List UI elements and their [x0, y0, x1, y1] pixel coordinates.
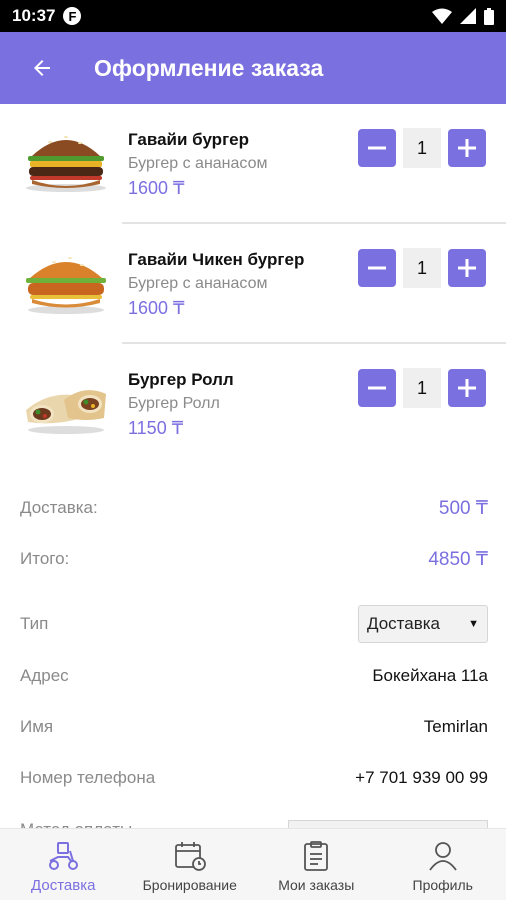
- item-name: Бургер Ролл: [128, 370, 234, 389]
- decrease-quantity-button[interactable]: [358, 249, 396, 287]
- increase-quantity-button[interactable]: [448, 369, 486, 407]
- minus-icon: [368, 386, 386, 390]
- address-label: Адрес: [20, 666, 69, 685]
- arrow-left-icon: [34, 60, 50, 76]
- name-label: Имя: [20, 717, 54, 736]
- total-value: 4850 ₸: [428, 548, 488, 570]
- nav-item-delivery[interactable]: Доставка: [0, 829, 127, 900]
- plus-icon: [458, 259, 476, 277]
- app-notification-icon: F: [63, 7, 82, 25]
- wrap-image: [26, 390, 106, 434]
- battery-icon: [484, 7, 494, 25]
- name-field[interactable]: Temirlan: [424, 717, 488, 737]
- delivery-cost-row: Доставка: 500 ₸: [20, 493, 488, 523]
- phone-row: Номер телефона +7 701 939 00 99: [20, 760, 488, 796]
- item-description: Бургер с ананасом: [128, 275, 268, 292]
- signal-icon: [460, 8, 476, 24]
- burger-image: [26, 136, 106, 192]
- address-field[interactable]: Бокейхана 11а: [372, 666, 488, 686]
- delivery-value: 500 ₸: [438, 497, 488, 519]
- nav-item-profile[interactable]: Профиль: [380, 829, 506, 900]
- page-title: Оформление заказа: [94, 54, 324, 81]
- item-name: Гавайи Чикен бургер: [128, 250, 305, 269]
- back-button[interactable]: [24, 50, 60, 86]
- minus-icon: [368, 266, 386, 270]
- delivery-label: Доставка:: [20, 498, 98, 517]
- item-price: 1600 ₸: [128, 298, 185, 318]
- minus-icon: [368, 146, 386, 150]
- cart-item: Гавайи бургер Бургер с ананасом 1600 ₸ 1: [0, 104, 506, 224]
- increase-quantity-button[interactable]: [448, 249, 486, 287]
- chicken-burger-image: [26, 257, 106, 314]
- status-time: 10:37: [12, 6, 56, 25]
- cart-item: Бургер Ролл Бургер Ролл 1150 ₸ 1: [0, 344, 506, 464]
- total-label: Итого:: [20, 549, 70, 568]
- item-price: 1600 ₸: [128, 178, 185, 198]
- nav-label: Доставка: [31, 877, 96, 894]
- user-icon: [426, 839, 460, 873]
- item-description: Бургер с ананасом: [128, 155, 268, 172]
- name-row: Имя Temirlan: [20, 709, 488, 745]
- wifi-icon: [432, 8, 452, 24]
- app-bar: Оформление заказа: [0, 32, 506, 104]
- item-name: Гавайи бургер: [128, 130, 249, 149]
- bottom-navigation: Доставка Бронирование Мои заказы Профиль: [0, 828, 506, 900]
- nav-item-my-orders[interactable]: Мои заказы: [253, 829, 380, 900]
- nav-label: Мои заказы: [278, 877, 355, 893]
- order-type-select[interactable]: Доставка ▼: [358, 605, 488, 643]
- calendar-clock-icon: [173, 839, 207, 873]
- order-type-value: Доставка: [367, 614, 441, 633]
- clipboard-list-icon: [299, 839, 333, 873]
- status-icons: [432, 7, 494, 25]
- status-bar: 10:37 F: [0, 0, 506, 32]
- phone-label: Номер телефона: [20, 768, 156, 787]
- increase-quantity-button[interactable]: [448, 129, 486, 167]
- type-row: Тип Доставка ▼: [20, 605, 488, 643]
- plus-icon: [458, 379, 476, 397]
- decrease-quantity-button[interactable]: [358, 129, 396, 167]
- nav-label: Профиль: [412, 877, 473, 893]
- item-description: Бургер Ролл: [128, 395, 220, 412]
- item-price: 1150 ₸: [128, 418, 184, 438]
- delivery-scooter-icon: [46, 839, 80, 873]
- nav-label: Бронирование: [142, 877, 237, 893]
- cart-item: Гавайи Чикен бургер Бургер с ананасом 16…: [0, 224, 506, 344]
- phone-field[interactable]: +7 701 939 00 99: [355, 768, 488, 788]
- type-label: Тип: [20, 614, 49, 633]
- total-row: Итого: 4850 ₸: [20, 544, 488, 574]
- decrease-quantity-button[interactable]: [358, 369, 396, 407]
- nav-item-booking[interactable]: Бронирование: [127, 829, 254, 900]
- dropdown-arrow-icon: ▼: [468, 618, 479, 630]
- quantity-value: 1: [403, 368, 441, 408]
- address-row: Адрес Бокейхана 11а: [20, 658, 488, 694]
- quantity-value: 1: [403, 248, 441, 288]
- plus-icon: [458, 139, 476, 157]
- quantity-value: 1: [403, 128, 441, 168]
